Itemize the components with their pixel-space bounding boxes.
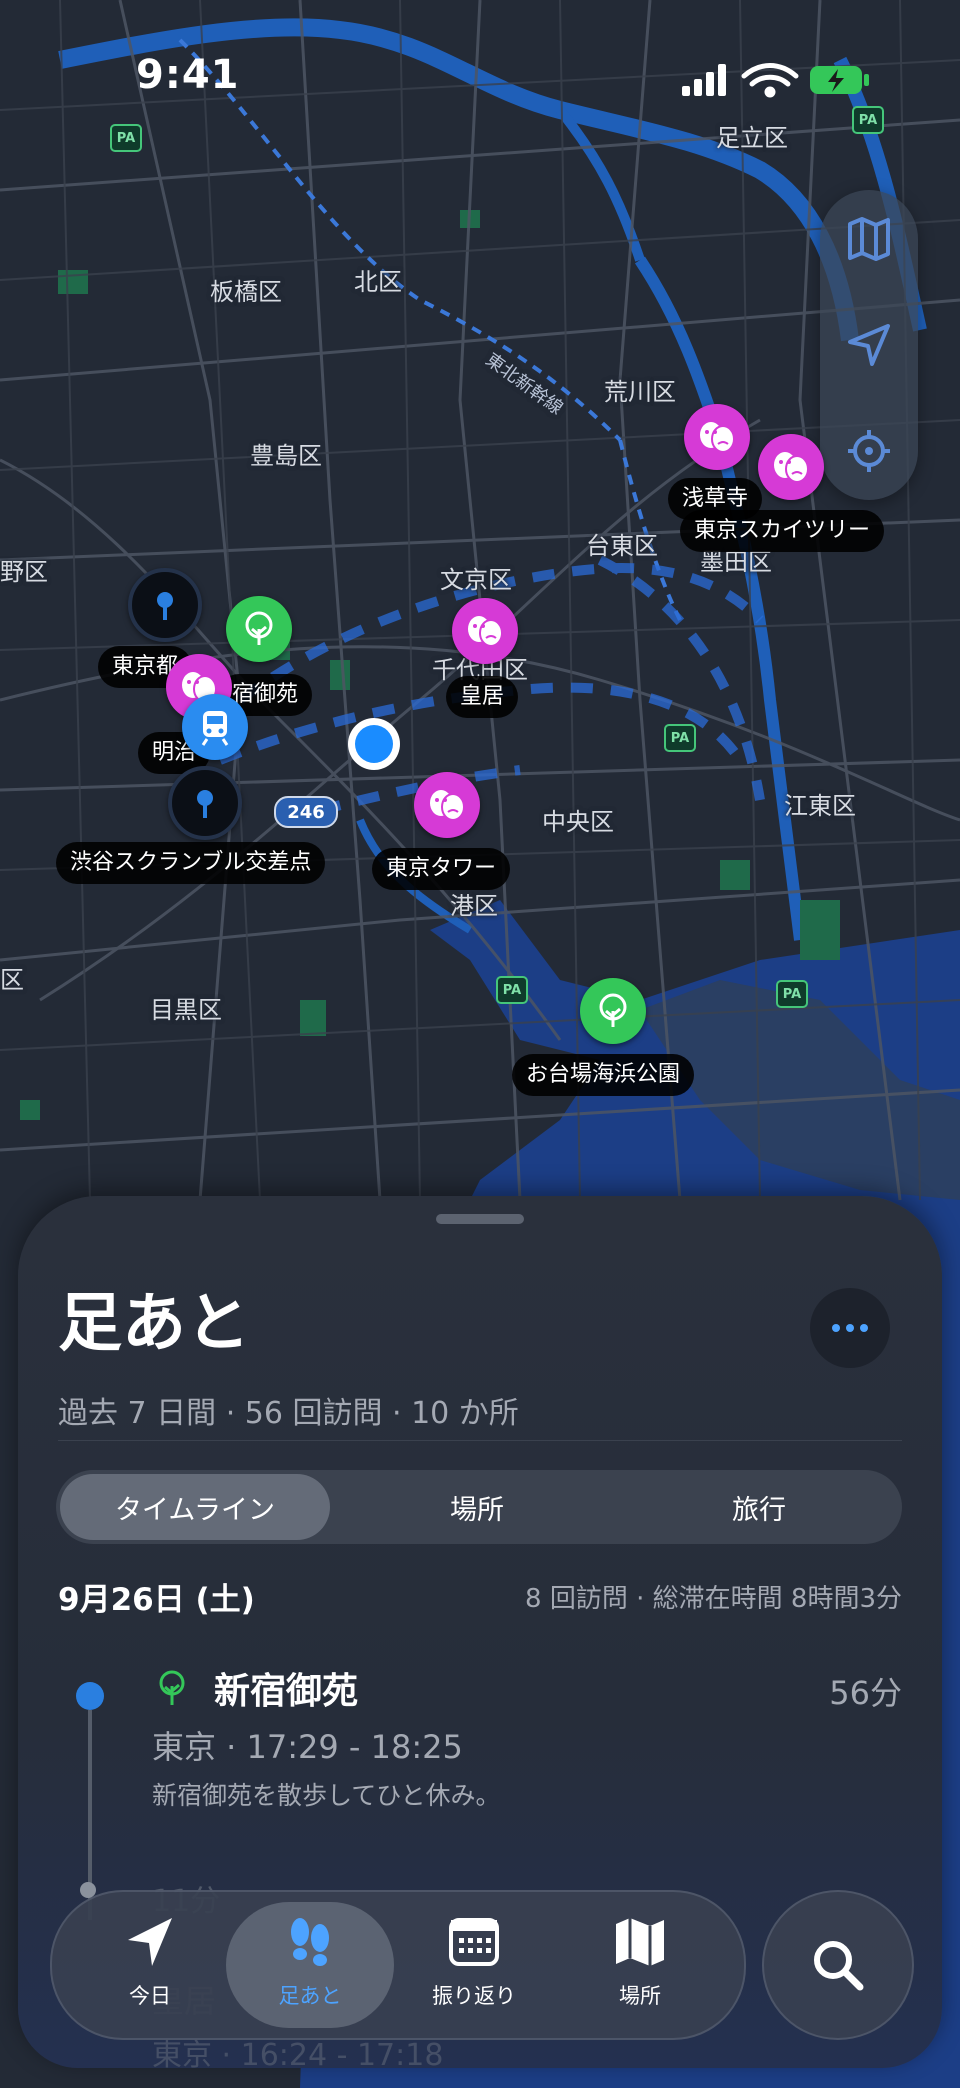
area-label: 豊島区 <box>250 442 322 470</box>
map-pin-meiji-jingu[interactable] <box>182 694 248 760</box>
map-pin-kokyo[interactable] <box>452 598 518 664</box>
visit-note: 新宿御苑を散歩してひと休み。 <box>152 1781 501 1810</box>
map-pin-tokyo-tower[interactable] <box>414 772 480 838</box>
sheet-title: 足あと <box>58 1287 250 1361</box>
area-label: 足立区 <box>716 124 788 152</box>
pin-icon <box>157 592 173 620</box>
parking-area-badge: PA <box>110 124 142 152</box>
battery-charging-icon <box>810 66 869 94</box>
search-icon <box>814 1941 864 1991</box>
search-button[interactable] <box>762 1890 914 2040</box>
ellipsis-icon <box>832 1324 868 1332</box>
tree-icon <box>245 611 273 645</box>
area-label: 江東区 <box>784 792 856 820</box>
tab-bar: 今日 足あと 振り返り 場所 <box>50 1890 746 2040</box>
map-pin-odaiba[interactable] <box>580 978 646 1044</box>
tab-label: 振り返り <box>432 1984 516 2008</box>
tree-icon <box>599 993 627 1027</box>
parking-area-badge: PA <box>776 980 808 1008</box>
cellular-signal-icon <box>682 64 726 96</box>
sheet-grabber[interactable] <box>436 1214 524 1224</box>
area-label: 目黒区 <box>150 996 222 1024</box>
status-icons <box>682 63 869 98</box>
wifi-icon <box>741 63 799 98</box>
pin-label-odaiba[interactable]: お台場海浜公園 <box>512 1054 695 1096</box>
map-pin-tokyo[interactable] <box>128 568 202 642</box>
pin-label-skytree[interactable]: 東京スカイツリー <box>680 510 885 552</box>
tab-places[interactable]: 場所 <box>556 1902 724 2028</box>
timeline-dot <box>76 1682 104 1710</box>
theater-masks-icon <box>774 452 809 483</box>
area-label: 板橋区 <box>210 278 282 306</box>
tab-today[interactable]: 今日 <box>66 1902 234 2028</box>
tab-review[interactable]: 振り返り <box>390 1902 558 2028</box>
visit-duration: 56分 <box>829 1674 902 1712</box>
tab-label: 今日 <box>129 1984 171 2008</box>
map-pin-shinjuku-gyoen[interactable] <box>226 596 292 662</box>
area-label: 台東区 <box>586 532 658 560</box>
route-shield: 246 <box>274 796 338 828</box>
tree-icon <box>159 1670 185 1705</box>
calendar-icon <box>449 1918 499 1966</box>
pin-icon <box>197 790 213 818</box>
area-label: 文京区 <box>440 566 512 594</box>
area-label: 港区 <box>450 892 498 920</box>
visit-name[interactable]: 新宿御苑 <box>214 1662 358 1714</box>
status-time: 9:41 <box>136 52 240 98</box>
recenter-icon[interactable] <box>844 426 894 476</box>
map-mode-icon[interactable] <box>844 214 894 264</box>
tab-label: 足あと <box>278 1984 342 2008</box>
area-label: 中央区 <box>542 808 614 836</box>
pin-label-shibuya[interactable]: 渋谷スクランブル交差点 <box>56 842 326 884</box>
summary-text: 過去 7 日間 · 56 回訪問 · 10 か所 <box>58 1396 519 1431</box>
map-pin-skytree[interactable] <box>758 434 824 500</box>
area-label: 区 <box>0 966 24 994</box>
theater-masks-icon <box>468 616 503 647</box>
parking-area-badge: PA <box>496 976 528 1004</box>
more-button[interactable] <box>810 1288 890 1368</box>
location-arrow-icon[interactable] <box>844 320 894 370</box>
map-pin-sensoji[interactable] <box>684 404 750 470</box>
tab-footprints[interactable]: 足あと <box>226 1902 394 2028</box>
visit-meta: 東京 · 17:29 - 18:25 <box>152 1728 463 1766</box>
segment-timeline[interactable]: タイムライン <box>60 1474 330 1540</box>
footprints-icon <box>291 1918 329 1966</box>
segmented-control: タイムライン 場所 旅行 <box>56 1470 902 1544</box>
day-stats: 8 回訪問 · 総滞在時間 8時間3分 <box>525 1584 902 1614</box>
pin-label-kokyo[interactable]: 皇居 <box>446 676 519 718</box>
area-label: 野区 <box>0 558 48 586</box>
parking-area-badge: PA <box>852 106 884 134</box>
location-arrow-icon <box>128 1918 172 1966</box>
divider <box>58 1440 902 1441</box>
map-pin-shibuya[interactable] <box>168 766 242 840</box>
segment-places[interactable]: 場所 <box>342 1474 612 1540</box>
area-label: 荒川区 <box>604 378 676 406</box>
day-date: 9月26日 (土) <box>58 1582 255 1618</box>
train-icon <box>201 711 229 746</box>
pin-label-tokyo-tower[interactable]: 東京タワー <box>372 848 511 890</box>
parking-area-badge: PA <box>664 724 696 752</box>
area-label: 北区 <box>354 268 402 296</box>
tab-label: 場所 <box>619 1984 661 2008</box>
segment-trips[interactable]: 旅行 <box>624 1474 894 1540</box>
theater-masks-icon <box>430 790 465 821</box>
theater-masks-icon <box>700 422 735 453</box>
status-bar: 9:41 <box>0 0 960 150</box>
map-controls <box>820 190 918 500</box>
map-icon <box>616 1918 664 1966</box>
